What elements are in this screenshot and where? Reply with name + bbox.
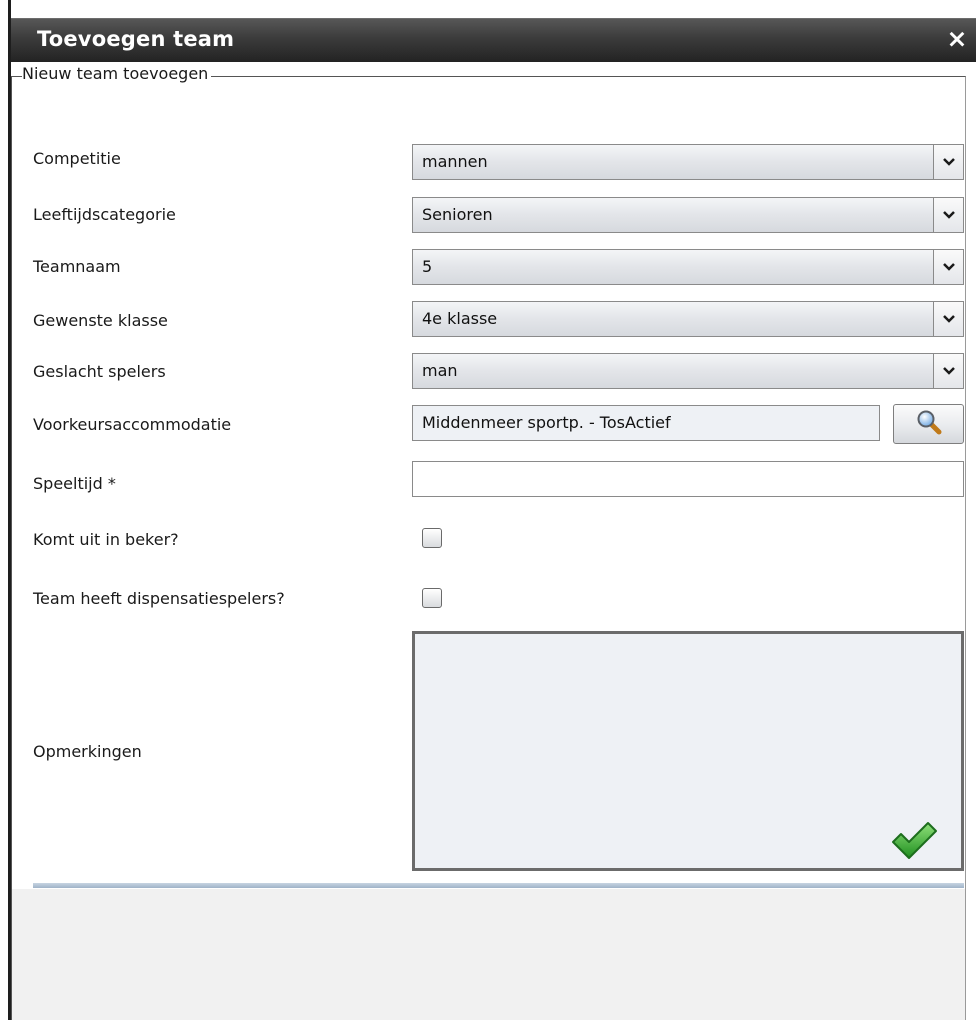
teamnaam-select[interactable]: 5	[412, 249, 964, 285]
chevron-down-icon[interactable]	[933, 198, 963, 232]
speeltijd-label: Speeltijd *	[33, 474, 116, 493]
geslacht-spelers-select[interactable]: man	[412, 353, 964, 389]
dialog-title: Toevoegen team	[37, 27, 235, 51]
gewenste-klasse-select[interactable]: 4e klasse	[412, 301, 964, 337]
chevron-down-icon[interactable]	[933, 250, 963, 284]
geslacht-spelers-label: Geslacht spelers	[33, 362, 166, 381]
submit-button[interactable]	[890, 820, 938, 864]
competitie-value: mannen	[422, 152, 488, 171]
chevron-down-icon[interactable]	[933, 354, 963, 388]
dispensatiespelers-label: Team heeft dispensatiespelers?	[33, 589, 285, 608]
competitie-label: Competitie	[33, 149, 121, 168]
teamnaam-value: 5	[422, 257, 433, 276]
magnifier-icon	[916, 409, 942, 439]
chevron-down-icon[interactable]	[933, 302, 963, 336]
opmerkingen-label: Opmerkingen	[33, 742, 142, 761]
voorkeursaccommodatie-field[interactable]: Middenmeer sportp. - TosActief	[412, 405, 880, 441]
gewenste-klasse-label: Gewenste klasse	[33, 311, 168, 330]
checkmark-icon	[890, 822, 938, 868]
close-icon[interactable]: ×	[944, 25, 970, 53]
accommodation-search-button[interactable]	[893, 404, 964, 444]
speeltijd-input[interactable]	[412, 461, 964, 497]
teamnaam-label: Teamnaam	[33, 257, 121, 276]
komt-uit-in-beker-checkbox[interactable]	[422, 528, 442, 548]
voorkeursaccommodatie-value: Middenmeer sportp. - TosActief	[422, 413, 671, 432]
voorkeursaccommodatie-label: Voorkeursaccommodatie	[33, 415, 232, 434]
dialog-titlebar: Toevoegen team ×	[11, 18, 976, 62]
footer-separator	[33, 883, 964, 888]
komt-uit-in-beker-label: Komt uit in beker?	[33, 530, 179, 549]
leeftijdscategorie-select[interactable]: Senioren	[412, 197, 964, 233]
leeftijdscategorie-label: Leeftijdscategorie	[33, 205, 176, 224]
competitie-select[interactable]: mannen	[412, 144, 964, 180]
dispensatiespelers-checkbox[interactable]	[422, 588, 442, 608]
geslacht-spelers-value: man	[422, 361, 458, 380]
fieldset-legend: Nieuw team toevoegen	[22, 64, 212, 83]
leeftijdscategorie-value: Senioren	[422, 205, 493, 224]
opmerkingen-textarea[interactable]	[412, 631, 964, 871]
gewenste-klasse-value: 4e klasse	[422, 309, 498, 328]
chevron-down-icon[interactable]	[933, 145, 963, 179]
dialog-footer	[12, 889, 965, 1020]
